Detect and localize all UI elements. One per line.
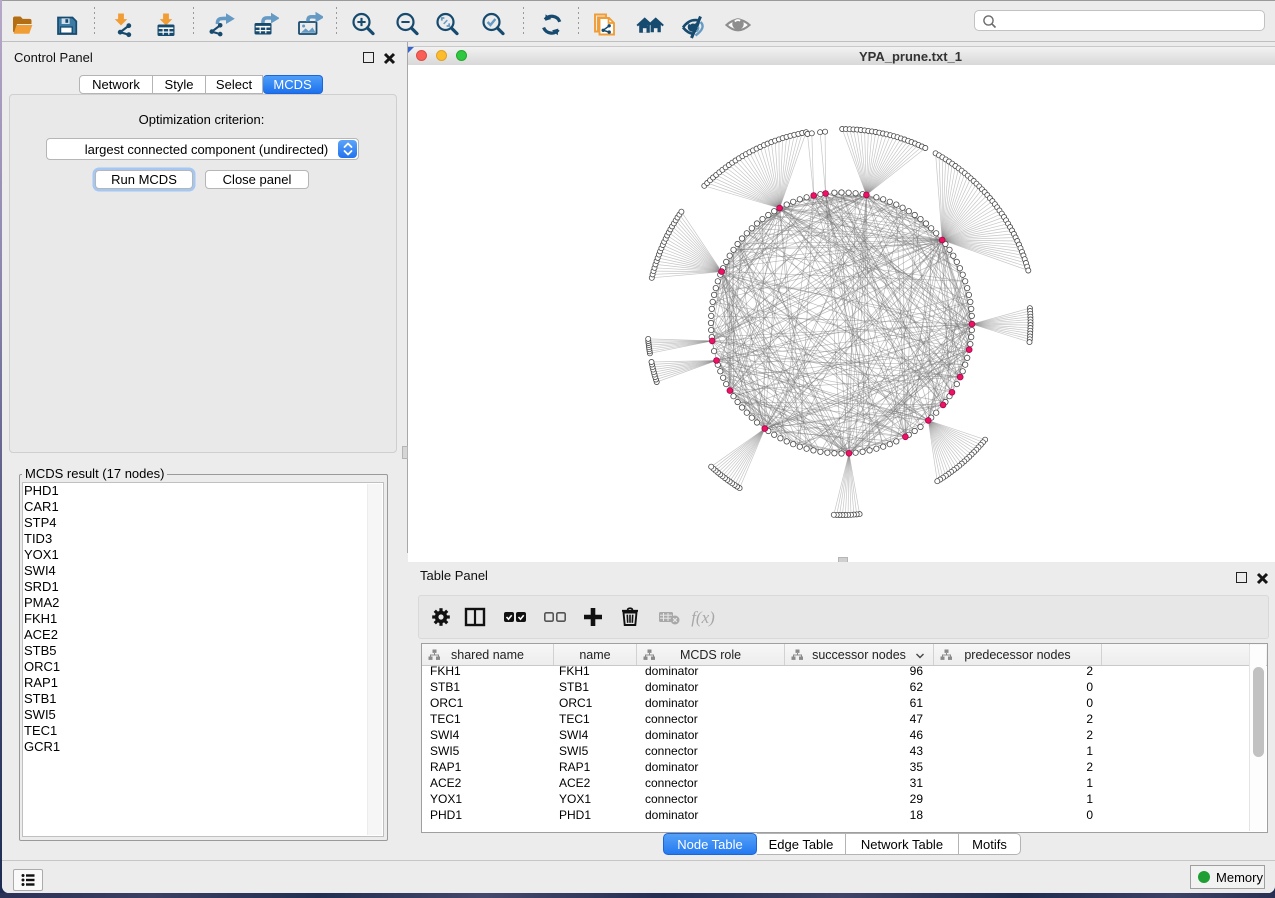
svg-text:f(x): f(x) — [691, 608, 715, 627]
